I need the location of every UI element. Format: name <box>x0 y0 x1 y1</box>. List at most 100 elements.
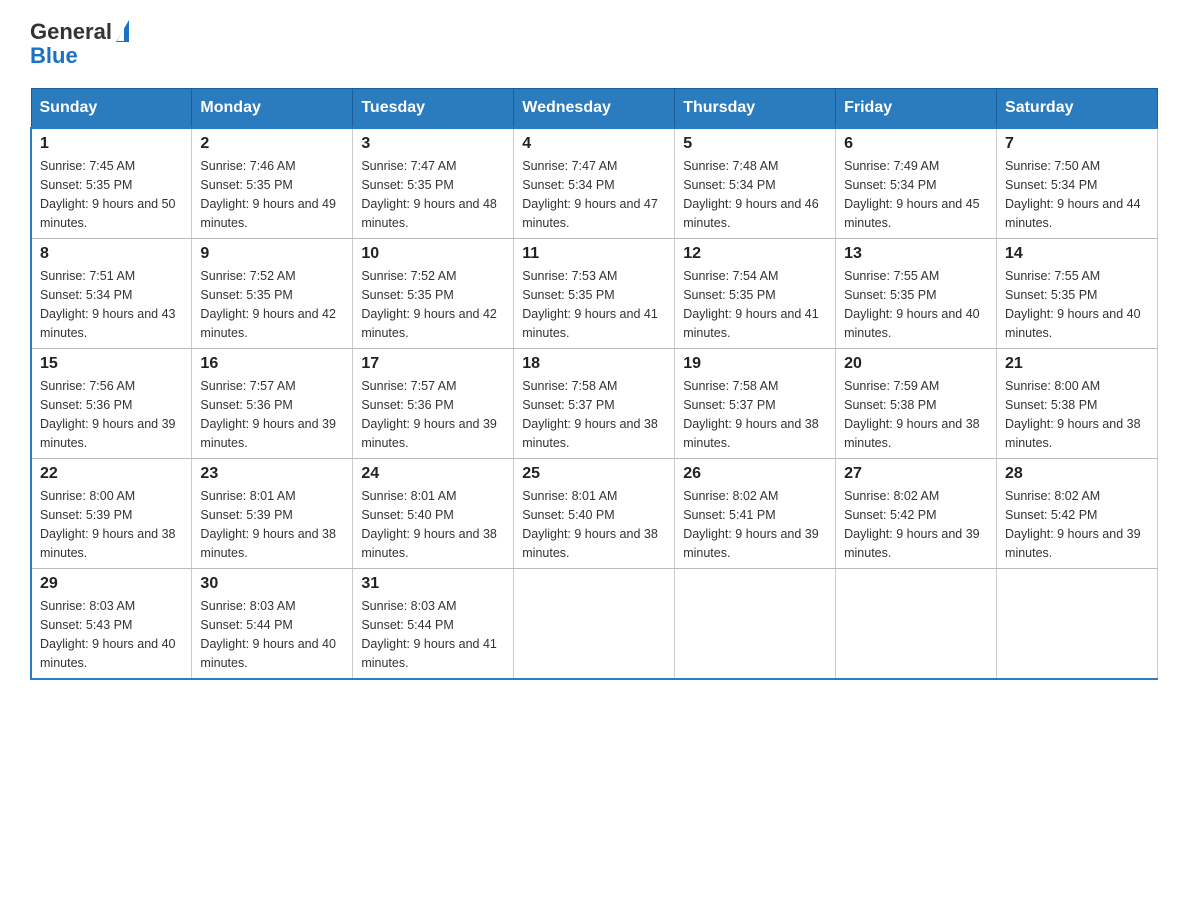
day-number: 3 <box>361 135 505 153</box>
calendar-cell: 21 Sunrise: 8:00 AMSunset: 5:38 PMDaylig… <box>997 349 1158 459</box>
day-number: 27 <box>844 465 988 483</box>
day-number: 26 <box>683 465 827 483</box>
calendar-cell: 17 Sunrise: 7:57 AMSunset: 5:36 PMDaylig… <box>353 349 514 459</box>
day-info: Sunrise: 7:58 AMSunset: 5:37 PMDaylight:… <box>522 379 658 449</box>
calendar-week-row: 15 Sunrise: 7:56 AMSunset: 5:36 PMDaylig… <box>31 349 1158 459</box>
day-info: Sunrise: 7:49 AMSunset: 5:34 PMDaylight:… <box>844 159 980 229</box>
day-info: Sunrise: 8:03 AMSunset: 5:44 PMDaylight:… <box>361 599 497 669</box>
calendar-cell: 22 Sunrise: 8:00 AMSunset: 5:39 PMDaylig… <box>31 459 192 569</box>
calendar-cell: 16 Sunrise: 7:57 AMSunset: 5:36 PMDaylig… <box>192 349 353 459</box>
day-number: 9 <box>200 245 344 263</box>
calendar-cell <box>514 569 675 680</box>
calendar-cell: 10 Sunrise: 7:52 AMSunset: 5:35 PMDaylig… <box>353 239 514 349</box>
calendar-cell: 4 Sunrise: 7:47 AMSunset: 5:34 PMDayligh… <box>514 128 675 239</box>
day-info: Sunrise: 8:01 AMSunset: 5:40 PMDaylight:… <box>361 489 497 559</box>
day-number: 1 <box>40 135 183 153</box>
day-info: Sunrise: 8:02 AMSunset: 5:41 PMDaylight:… <box>683 489 819 559</box>
weekday-header-friday: Friday <box>836 89 997 129</box>
day-number: 6 <box>844 135 988 153</box>
day-number: 13 <box>844 245 988 263</box>
day-number: 28 <box>1005 465 1149 483</box>
day-info: Sunrise: 7:53 AMSunset: 5:35 PMDaylight:… <box>522 269 658 339</box>
calendar-week-row: 22 Sunrise: 8:00 AMSunset: 5:39 PMDaylig… <box>31 459 1158 569</box>
day-number: 10 <box>361 245 505 263</box>
day-info: Sunrise: 7:57 AMSunset: 5:36 PMDaylight:… <box>200 379 336 449</box>
day-number: 12 <box>683 245 827 263</box>
calendar-cell: 25 Sunrise: 8:01 AMSunset: 5:40 PMDaylig… <box>514 459 675 569</box>
day-number: 30 <box>200 575 344 593</box>
day-number: 15 <box>40 355 183 373</box>
day-info: Sunrise: 7:52 AMSunset: 5:35 PMDaylight:… <box>200 269 336 339</box>
header: General Blue <box>30 20 1158 68</box>
day-info: Sunrise: 7:57 AMSunset: 5:36 PMDaylight:… <box>361 379 497 449</box>
day-number: 11 <box>522 245 666 263</box>
calendar-cell: 18 Sunrise: 7:58 AMSunset: 5:37 PMDaylig… <box>514 349 675 459</box>
logo: General Blue <box>30 20 129 68</box>
calendar-cell: 13 Sunrise: 7:55 AMSunset: 5:35 PMDaylig… <box>836 239 997 349</box>
weekday-header-sunday: Sunday <box>31 89 192 129</box>
weekday-header-monday: Monday <box>192 89 353 129</box>
calendar-header-row: SundayMondayTuesdayWednesdayThursdayFrid… <box>31 89 1158 129</box>
calendar-cell: 6 Sunrise: 7:49 AMSunset: 5:34 PMDayligh… <box>836 128 997 239</box>
day-number: 5 <box>683 135 827 153</box>
calendar-cell: 11 Sunrise: 7:53 AMSunset: 5:35 PMDaylig… <box>514 239 675 349</box>
day-number: 14 <box>1005 245 1149 263</box>
day-info: Sunrise: 7:48 AMSunset: 5:34 PMDaylight:… <box>683 159 819 229</box>
day-number: 4 <box>522 135 666 153</box>
day-number: 19 <box>683 355 827 373</box>
day-info: Sunrise: 7:55 AMSunset: 5:35 PMDaylight:… <box>844 269 980 339</box>
day-info: Sunrise: 7:54 AMSunset: 5:35 PMDaylight:… <box>683 269 819 339</box>
day-info: Sunrise: 8:00 AMSunset: 5:39 PMDaylight:… <box>40 489 176 559</box>
day-number: 8 <box>40 245 183 263</box>
day-info: Sunrise: 7:59 AMSunset: 5:38 PMDaylight:… <box>844 379 980 449</box>
calendar-cell: 5 Sunrise: 7:48 AMSunset: 5:34 PMDayligh… <box>675 128 836 239</box>
calendar-cell: 8 Sunrise: 7:51 AMSunset: 5:34 PMDayligh… <box>31 239 192 349</box>
calendar-cell: 28 Sunrise: 8:02 AMSunset: 5:42 PMDaylig… <box>997 459 1158 569</box>
calendar-cell: 20 Sunrise: 7:59 AMSunset: 5:38 PMDaylig… <box>836 349 997 459</box>
day-number: 24 <box>361 465 505 483</box>
day-info: Sunrise: 7:47 AMSunset: 5:34 PMDaylight:… <box>522 159 658 229</box>
day-info: Sunrise: 7:55 AMSunset: 5:35 PMDaylight:… <box>1005 269 1141 339</box>
day-number: 23 <box>200 465 344 483</box>
day-number: 16 <box>200 355 344 373</box>
day-info: Sunrise: 7:51 AMSunset: 5:34 PMDaylight:… <box>40 269 176 339</box>
calendar-cell: 29 Sunrise: 8:03 AMSunset: 5:43 PMDaylig… <box>31 569 192 680</box>
calendar-cell: 24 Sunrise: 8:01 AMSunset: 5:40 PMDaylig… <box>353 459 514 569</box>
calendar-week-row: 29 Sunrise: 8:03 AMSunset: 5:43 PMDaylig… <box>31 569 1158 680</box>
day-number: 21 <box>1005 355 1149 373</box>
calendar-cell: 9 Sunrise: 7:52 AMSunset: 5:35 PMDayligh… <box>192 239 353 349</box>
calendar-cell: 19 Sunrise: 7:58 AMSunset: 5:37 PMDaylig… <box>675 349 836 459</box>
weekday-header-tuesday: Tuesday <box>353 89 514 129</box>
day-info: Sunrise: 8:00 AMSunset: 5:38 PMDaylight:… <box>1005 379 1141 449</box>
calendar-body: 1 Sunrise: 7:45 AMSunset: 5:35 PMDayligh… <box>31 128 1158 679</box>
calendar-week-row: 1 Sunrise: 7:45 AMSunset: 5:35 PMDayligh… <box>31 128 1158 239</box>
day-info: Sunrise: 8:03 AMSunset: 5:43 PMDaylight:… <box>40 599 176 669</box>
day-number: 2 <box>200 135 344 153</box>
day-info: Sunrise: 7:58 AMSunset: 5:37 PMDaylight:… <box>683 379 819 449</box>
calendar-table: SundayMondayTuesdayWednesdayThursdayFrid… <box>30 88 1158 680</box>
calendar-cell: 15 Sunrise: 7:56 AMSunset: 5:36 PMDaylig… <box>31 349 192 459</box>
logo-blue: Blue <box>30 43 78 68</box>
day-info: Sunrise: 7:45 AMSunset: 5:35 PMDaylight:… <box>40 159 176 229</box>
calendar-cell: 3 Sunrise: 7:47 AMSunset: 5:35 PMDayligh… <box>353 128 514 239</box>
day-number: 29 <box>40 575 183 593</box>
calendar-cell: 26 Sunrise: 8:02 AMSunset: 5:41 PMDaylig… <box>675 459 836 569</box>
weekday-header-thursday: Thursday <box>675 89 836 129</box>
day-number: 17 <box>361 355 505 373</box>
day-info: Sunrise: 7:56 AMSunset: 5:36 PMDaylight:… <box>40 379 176 449</box>
logo-general: General <box>30 20 112 44</box>
day-number: 7 <box>1005 135 1149 153</box>
calendar-cell <box>675 569 836 680</box>
day-number: 18 <box>522 355 666 373</box>
calendar-cell: 14 Sunrise: 7:55 AMSunset: 5:35 PMDaylig… <box>997 239 1158 349</box>
day-info: Sunrise: 7:50 AMSunset: 5:34 PMDaylight:… <box>1005 159 1141 229</box>
calendar-cell <box>997 569 1158 680</box>
calendar-cell: 2 Sunrise: 7:46 AMSunset: 5:35 PMDayligh… <box>192 128 353 239</box>
day-number: 22 <box>40 465 183 483</box>
day-info: Sunrise: 8:02 AMSunset: 5:42 PMDaylight:… <box>844 489 980 559</box>
calendar-cell <box>836 569 997 680</box>
calendar-cell: 27 Sunrise: 8:02 AMSunset: 5:42 PMDaylig… <box>836 459 997 569</box>
calendar-week-row: 8 Sunrise: 7:51 AMSunset: 5:34 PMDayligh… <box>31 239 1158 349</box>
weekday-header-wednesday: Wednesday <box>514 89 675 129</box>
calendar-cell: 31 Sunrise: 8:03 AMSunset: 5:44 PMDaylig… <box>353 569 514 680</box>
